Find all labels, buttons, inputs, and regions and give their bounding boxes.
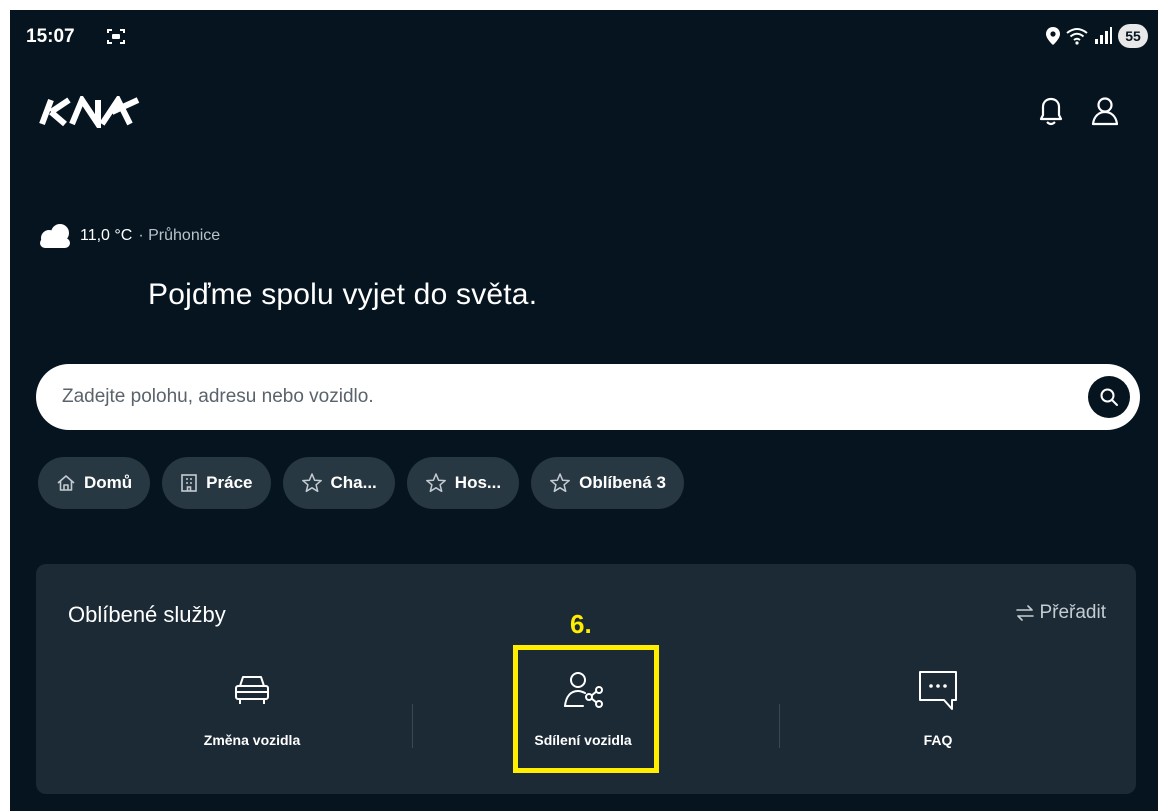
- bell-icon[interactable]: [1036, 94, 1066, 128]
- divider: [779, 704, 780, 748]
- quick-destinations: Domů Práce Cha... Hos... Oblíbená 3: [38, 457, 685, 509]
- search-input[interactable]: [62, 386, 1022, 408]
- battery-badge: 55: [1118, 24, 1148, 48]
- chip-label: Oblíbená 3: [579, 473, 667, 492]
- services-title: Oblíbené služby: [68, 602, 226, 627]
- share-vehicle-icon: [564, 672, 603, 708]
- chip-work[interactable]: Práce: [162, 457, 271, 509]
- location-icon: [1046, 27, 1060, 45]
- favorite-services-card: Oblíbené služby Přeřadit Změna vozidla S…: [36, 564, 1136, 794]
- search-bar: [36, 364, 1140, 430]
- swap-icon: [1016, 605, 1035, 621]
- star-icon: [301, 473, 322, 493]
- annotation-step-label: 6.: [570, 609, 592, 639]
- reorder-label: Přeřadit: [1039, 602, 1106, 623]
- chip-label: Hos...: [454, 473, 502, 492]
- service-label: Sdílení vozidla: [534, 732, 632, 748]
- weather-location: · Průhonice: [138, 227, 221, 244]
- kia-logo: [39, 96, 140, 128]
- star-icon: [550, 473, 571, 493]
- screenshot-icon: [107, 29, 125, 44]
- status-time: 15:07: [26, 26, 75, 47]
- service-label: FAQ: [923, 732, 953, 748]
- chip-home[interactable]: Domů: [38, 457, 151, 509]
- service-faq[interactable]: FAQ: [828, 668, 1048, 768]
- chip-favorite-1[interactable]: Cha...: [282, 457, 395, 509]
- search-button[interactable]: [1088, 376, 1130, 418]
- cloud-icon: [40, 224, 70, 248]
- chip-label: Domů: [84, 473, 133, 492]
- status-bar: 15:07 55: [10, 10, 1158, 62]
- faq-icon: [919, 671, 957, 710]
- greeting-title: Pojďme spolu vyjet do světa.: [148, 278, 538, 311]
- app-screen: 15:07 55 11,0 °C · Průhonice Pojďme spol…: [10, 10, 1158, 811]
- chip-favorite-3[interactable]: Oblíbená 3: [531, 457, 685, 509]
- car-icon: [235, 676, 269, 704]
- reorder-button[interactable]: Přeřadit: [1015, 602, 1106, 624]
- star-icon: [425, 473, 446, 493]
- service-label: Změna vozidla: [203, 732, 301, 748]
- chip-label: Práce: [206, 473, 253, 492]
- chip-label: Cha...: [330, 473, 377, 492]
- status-icons: 55: [1046, 24, 1148, 48]
- service-share-vehicle[interactable]: Sdílení vozidla: [473, 668, 693, 768]
- wifi-icon: [1066, 28, 1088, 45]
- divider: [412, 704, 413, 748]
- chip-favorite-2[interactable]: Hos...: [406, 457, 520, 509]
- weather-widget: 11,0 °C · Průhonice: [36, 222, 220, 250]
- home-icon: [57, 475, 75, 491]
- building-icon: [181, 474, 197, 492]
- weather-temperature: 11,0 °C: [80, 227, 133, 244]
- profile-icon[interactable]: [1090, 94, 1120, 128]
- service-change-vehicle[interactable]: Změna vozidla: [142, 668, 362, 768]
- search-icon: [1100, 388, 1118, 406]
- signal-icon: [1095, 27, 1112, 44]
